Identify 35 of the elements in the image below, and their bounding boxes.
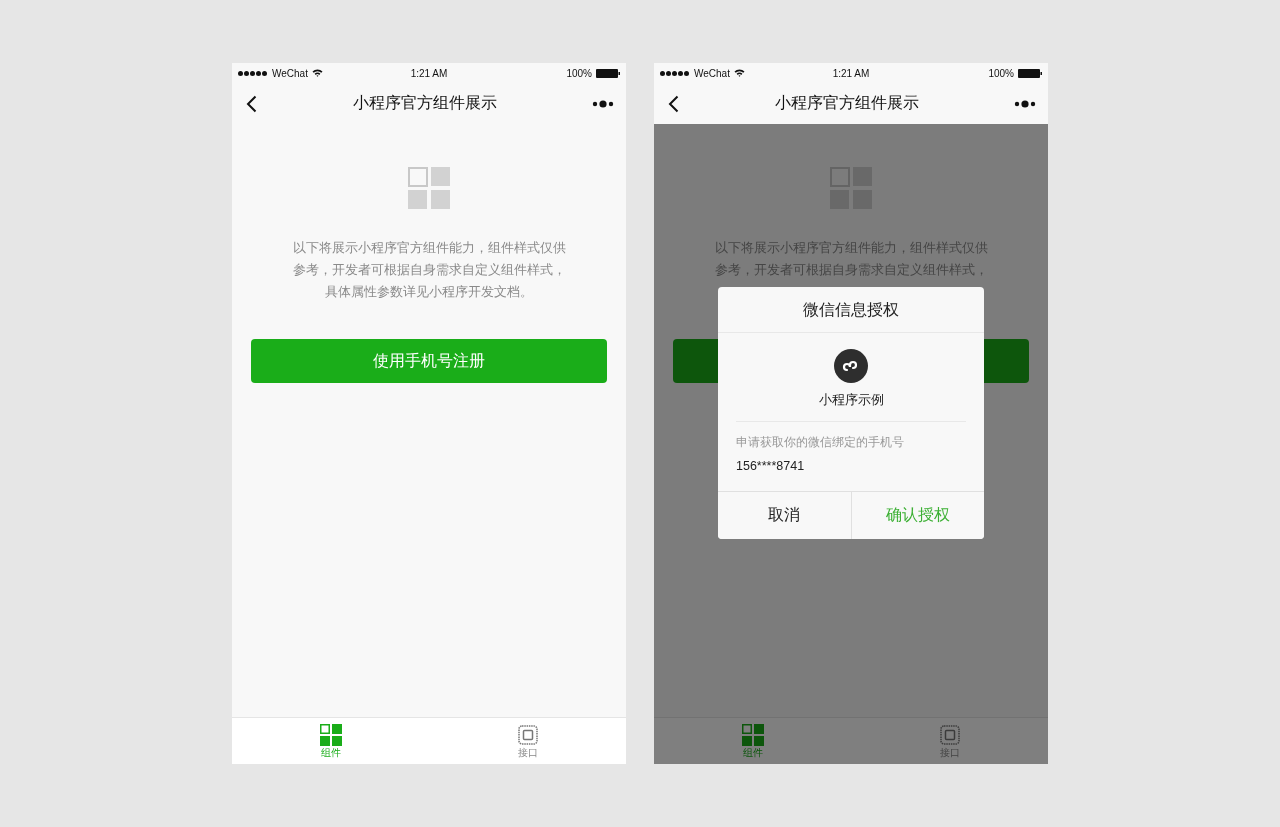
tab[interactable]: 组件: [654, 718, 851, 764]
grid-icon: [408, 167, 450, 209]
back-icon[interactable]: [246, 94, 257, 113]
carrier-name: WeChat: [272, 67, 308, 79]
confirm-button[interactable]: 确认授权: [850, 492, 984, 539]
app-name: 小程序示例: [818, 392, 884, 409]
mini-program-icon: [834, 349, 868, 383]
page-title: 小程序官方组件展示: [352, 93, 497, 114]
status-time: 1:21 AM: [410, 67, 448, 79]
battery-percent: 100%: [988, 67, 1014, 79]
wifi-icon: [733, 69, 745, 77]
chip-icon: [938, 724, 961, 746]
grid-icon: [741, 724, 764, 746]
page-title: 小程序官方组件展示: [774, 93, 919, 114]
intro-text: 以下将展示小程序官方组件能力，组件样式仅供 参考，开发者可根据自身需求自定义组件样式， 具体属性参数详见小程序开发文档。: [292, 239, 566, 301]
signal-icon: [660, 70, 690, 76]
status-time: 1:21 AM: [832, 67, 870, 79]
register-button[interactable]: 使用手机号注册: [251, 339, 607, 383]
more-icon[interactable]: [592, 98, 614, 109]
tab[interactable]: 接口: [429, 718, 626, 764]
grid-icon: [319, 724, 342, 746]
request-text: 申请获取你的微信绑定的手机号: [736, 434, 905, 451]
more-icon[interactable]: [1014, 98, 1036, 109]
battery-icon: [1018, 68, 1042, 78]
carrier-name: WeChat: [694, 67, 730, 79]
grid-icon: [830, 167, 872, 209]
battery-icon: [596, 68, 620, 78]
wifi-icon: [311, 69, 323, 77]
signal-icon: [238, 70, 268, 76]
dialog-title: 微信信息授权: [718, 287, 984, 333]
back-icon[interactable]: [668, 94, 679, 113]
battery-percent: 100%: [566, 67, 592, 79]
phone-number: 156****8741: [736, 459, 806, 473]
tab[interactable]: 组件: [232, 718, 429, 764]
chip-icon: [516, 724, 539, 746]
